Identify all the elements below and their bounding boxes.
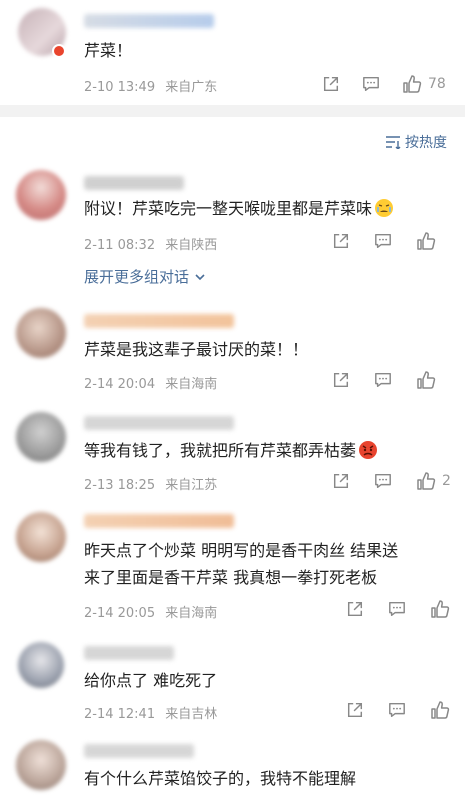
comment-text-content: 等我有钱了，我就把所有芹菜都弄枯萎 bbox=[84, 441, 357, 460]
comment-button[interactable] bbox=[388, 600, 406, 618]
share-icon bbox=[333, 372, 349, 388]
comment-text-line-2: 来了里面是香干芹菜 我真想一拳打死老板 bbox=[84, 568, 378, 587]
comment-location: 来自陕西 bbox=[165, 238, 218, 253]
like-icon bbox=[431, 600, 450, 618]
comment-actions bbox=[332, 231, 442, 251]
share-button[interactable] bbox=[322, 75, 340, 93]
comment-actions: 78 bbox=[322, 74, 446, 94]
comment-text: 芹菜是我这辈子最讨厌的菜！！ bbox=[84, 340, 309, 359]
comment-meta: 2-10 13:49 来自广东 bbox=[84, 76, 217, 95]
sort-icon bbox=[386, 136, 401, 149]
comment-text: 给你点了 难吃死了 bbox=[84, 671, 218, 690]
like-button[interactable] bbox=[416, 370, 442, 390]
comment-location: 来自海南 bbox=[165, 606, 218, 621]
comment-icon bbox=[389, 601, 405, 617]
comment-meta: 2-14 20:04 来自海南 bbox=[84, 373, 217, 392]
comment-button[interactable] bbox=[362, 75, 380, 93]
username[interactable] bbox=[84, 416, 234, 430]
like-button[interactable] bbox=[430, 700, 456, 720]
like-icon bbox=[417, 371, 436, 389]
share-icon bbox=[347, 702, 363, 718]
avatar[interactable] bbox=[16, 170, 66, 220]
angry-emoji-icon bbox=[359, 441, 378, 459]
like-icon bbox=[417, 232, 436, 250]
comment-time: 2-10 13:49 bbox=[84, 80, 156, 95]
username[interactable] bbox=[84, 14, 214, 28]
like-button[interactable] bbox=[430, 599, 456, 619]
comment-meta: 2-11 08:32 来自陕西 bbox=[84, 234, 217, 253]
username[interactable] bbox=[84, 744, 194, 758]
username[interactable] bbox=[84, 314, 234, 328]
avatar[interactable] bbox=[18, 642, 64, 688]
comment-button[interactable] bbox=[388, 701, 406, 719]
comment-actions bbox=[346, 700, 456, 720]
like-button[interactable]: 78 bbox=[402, 74, 446, 94]
top-comment: 芹菜！ 2-10 13:49 来自广东 78 bbox=[0, 0, 465, 105]
comment-meta: 2-14 12:41 来自吉林 bbox=[84, 703, 217, 722]
comment-location: 来自海南 bbox=[165, 377, 218, 392]
username[interactable] bbox=[84, 514, 234, 528]
like-icon bbox=[417, 472, 436, 490]
comment-text: 附议！芹菜吃完一整天喉咙里都是芹菜味 bbox=[84, 196, 394, 222]
comment-time: 2-14 20:05 bbox=[84, 606, 156, 621]
comment-actions: 2 bbox=[332, 471, 451, 491]
comment-location: 来自吉林 bbox=[165, 707, 218, 722]
comment-location: 来自江苏 bbox=[165, 478, 218, 493]
avatar[interactable] bbox=[16, 308, 66, 358]
comment-text: 有个什么芹菜馅饺子的，我特不能理解 bbox=[84, 769, 357, 788]
weary-emoji-icon bbox=[375, 199, 394, 217]
like-button[interactable] bbox=[416, 231, 442, 251]
comment-meta: 2-14 20:05 来自海南 bbox=[84, 602, 217, 621]
comment-icon bbox=[375, 372, 391, 388]
username[interactable] bbox=[84, 176, 184, 190]
avatar[interactable] bbox=[16, 512, 66, 562]
comment-text: 等我有钱了，我就把所有芹菜都弄枯萎 bbox=[84, 438, 378, 464]
share-button[interactable] bbox=[332, 472, 350, 490]
vip-badge bbox=[52, 44, 66, 58]
like-count: 2 bbox=[442, 473, 451, 489]
expand-label: 展开更多组对话 bbox=[84, 268, 190, 286]
avatar[interactable] bbox=[16, 412, 66, 462]
comment-icon bbox=[389, 702, 405, 718]
comment-icon bbox=[375, 473, 391, 489]
comment-text: 芹菜！ bbox=[84, 41, 133, 60]
sort-label: 按热度 bbox=[405, 135, 447, 151]
share-button[interactable] bbox=[346, 600, 364, 618]
like-icon bbox=[403, 75, 422, 93]
comment-time: 2-14 20:04 bbox=[84, 377, 156, 392]
comment-location: 来自广东 bbox=[165, 80, 218, 95]
share-button[interactable] bbox=[346, 701, 364, 719]
share-icon bbox=[333, 473, 349, 489]
like-button[interactable]: 2 bbox=[416, 471, 451, 491]
comment-button[interactable] bbox=[374, 472, 392, 490]
sort-toggle[interactable]: 按热度 bbox=[385, 132, 447, 152]
comment-button[interactable] bbox=[374, 232, 392, 250]
comment-time: 2-14 12:41 bbox=[84, 707, 156, 722]
chevron-down-icon bbox=[195, 273, 205, 280]
comment-time: 2-11 08:32 bbox=[84, 238, 156, 253]
comment-meta: 2-13 18:25 来自江苏 bbox=[84, 474, 217, 493]
username[interactable] bbox=[84, 646, 174, 660]
share-button[interactable] bbox=[332, 232, 350, 250]
share-icon bbox=[347, 601, 363, 617]
comment-text-content: 附议！芹菜吃完一整天喉咙里都是芹菜味 bbox=[84, 199, 373, 218]
comment-time: 2-13 18:25 bbox=[84, 478, 156, 493]
share-icon bbox=[333, 233, 349, 249]
comment-button[interactable] bbox=[374, 371, 392, 389]
like-count: 78 bbox=[428, 76, 446, 92]
section-separator bbox=[0, 105, 465, 117]
share-button[interactable] bbox=[332, 371, 350, 389]
expand-more-button[interactable]: 展开更多组对话 bbox=[84, 266, 207, 287]
share-icon bbox=[323, 76, 339, 92]
comment-actions bbox=[332, 370, 442, 390]
comment-actions bbox=[346, 599, 456, 619]
comment-icon bbox=[375, 233, 391, 249]
comment-icon bbox=[363, 76, 379, 92]
comment-text-line-1: 昨天点了个炒菜 明明写的是香干肉丝 结果送 bbox=[84, 541, 399, 560]
avatar[interactable] bbox=[16, 740, 66, 790]
like-icon bbox=[431, 701, 450, 719]
